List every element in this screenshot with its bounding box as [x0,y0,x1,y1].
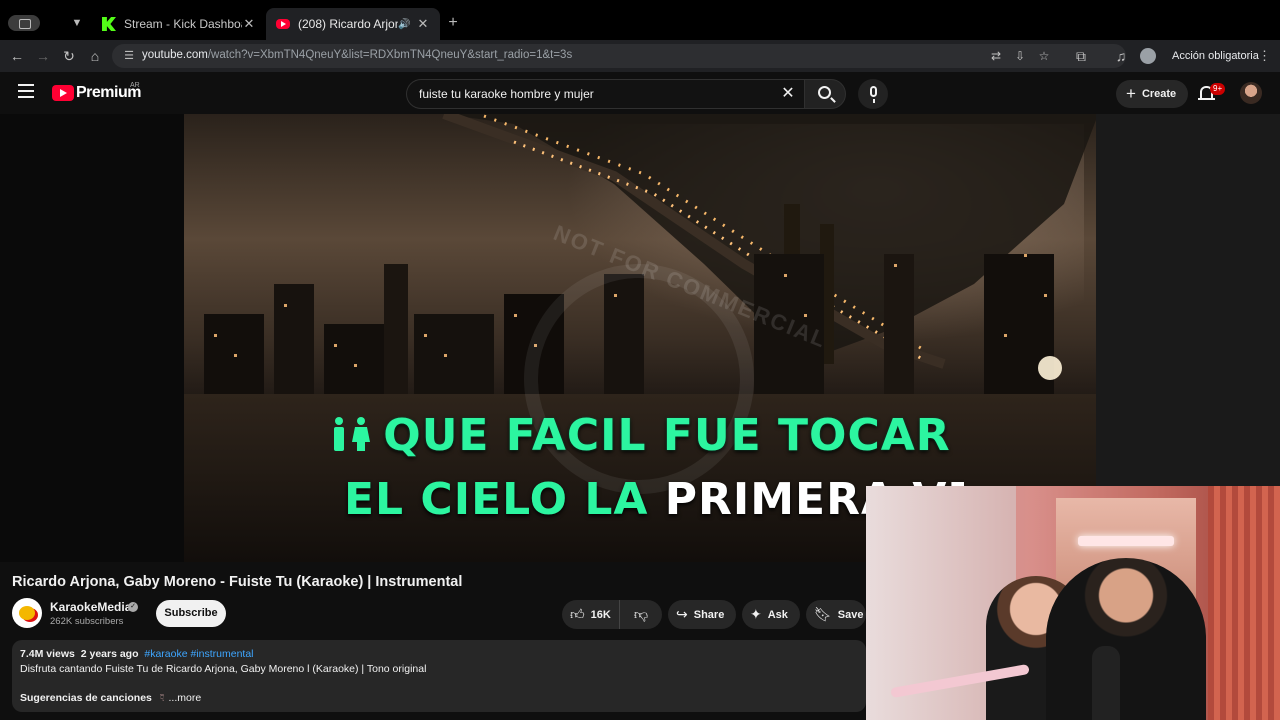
kick-icon [102,17,116,31]
forward-icon[interactable]: → [34,47,52,65]
show-more-link[interactable]: 👇︎ ...more [160,692,201,705]
url-text: youtube.com/watch?v=XbmTN4QneuY&list=RDX… [142,49,573,61]
youtube-icon [276,19,290,29]
bookmark-star-icon[interactable]: ☆ [1036,48,1052,64]
lyric-line-1: QUE FACIL FUE TOCAR [184,410,1096,461]
speaker-icon[interactable]: 🔊 [398,19,412,30]
reload-icon[interactable]: ↻ [60,47,78,65]
create-label: Create [1141,88,1177,100]
url-field[interactable]: ☰ youtube.com/watch?v=XbmTN4QneuY&list=R… [112,44,1126,68]
user-avatar[interactable] [1240,82,1262,104]
clear-search-icon[interactable]: ✕ [778,84,798,104]
duet-people-icon [334,417,371,451]
like-dislike-group: 👍︎ 16K 👎︎ [562,600,662,629]
pointing-down-icon: 👇︎ [160,692,165,704]
search-value: fuiste tu karaoke hombre y mujer [419,87,594,101]
profile-action-button[interactable]: Acción obligatoria [1164,44,1267,68]
search-input[interactable]: fuiste tu karaoke hombre y mujer ✕ [406,79,806,109]
bookmark-icon: 🔖︎ [814,606,832,622]
youtube-logo-icon[interactable] [52,85,74,101]
description-text: Disfruta cantando Fuiste Tu de Ricardo A… [20,663,427,675]
save-button[interactable]: 🔖︎ Save [806,600,866,629]
new-tab-icon[interactable]: + [444,14,462,32]
upload-age: 2 years ago [80,648,139,660]
thumbs-up-icon: 👍︎ [570,606,585,622]
voice-search-button[interactable] [858,79,888,109]
description-meta: 7.4M views 2 years ago #karaoke #instrum… [20,648,254,660]
subscribe-button[interactable]: Subscribe [156,600,226,627]
search-icon [818,86,831,99]
video-title: Ricardo Arjona, Gaby Moreno - Fuiste Tu … [12,574,463,590]
install-app-icon[interactable]: ⇩ [1012,48,1028,64]
tab-search-chevron-icon[interactable]: ▼ [68,14,86,32]
site-settings-icon[interactable]: ☰ [122,49,136,63]
youtube-header: Premium AR fuiste tu karaoke hombre y mu… [0,72,1280,114]
browser-menu-icon[interactable]: ⋮ [1258,47,1271,65]
channel-avatar[interactable] [12,598,42,628]
media-controls-icon[interactable]: ♫ [1112,47,1130,65]
close-tab-icon[interactable]: ✕ [416,16,430,32]
dislike-button[interactable]: 👎︎ [620,606,662,623]
microphone-icon [870,86,877,103]
tab-title: Stream - Kick Dashboard [124,17,242,31]
singer-right [1046,558,1206,720]
translate-icon[interactable]: ⇄ [988,48,1004,64]
description-box[interactable]: 7.4M views 2 years ago #karaoke #instrum… [12,640,866,712]
webcam-curtain [1208,486,1280,720]
home-icon[interactable]: ⌂ [86,47,104,65]
back-icon[interactable]: ← [8,47,26,65]
sidebar-toggle-icon[interactable] [8,15,40,31]
search-button[interactable] [804,79,846,109]
notifications-badge: 9+ [1210,83,1226,95]
like-count: 16K [590,608,611,621]
more-label: ...more [168,692,202,704]
country-code: AR [130,82,140,89]
plus-icon: + [1126,84,1136,103]
address-bar: ← → ↻ ⌂ ☰ youtube.com/watch?v=XbmTN4Qneu… [0,40,1280,72]
hashtags[interactable]: #karaoke #instrumental [144,648,253,660]
thumbs-down-icon: 👎︎ [633,606,649,622]
lyric-line-1-text: QUE FACIL FUE TOCAR [383,410,951,461]
view-count: 7.4M views [20,648,75,660]
sparkle-icon: ✦ [750,606,762,622]
lyric-sung-part: EL CIELO LA [344,474,665,525]
tab-title: (208) Ricardo Arjona, Gab [298,17,398,31]
hamburger-menu-icon[interactable] [18,84,34,98]
share-arrow-icon: ↪ [676,606,688,622]
ask-button[interactable]: ✦ Ask [742,600,800,629]
webcam-overlay [866,486,1280,720]
tab-kick-dashboard[interactable]: Stream - Kick Dashboard ✕ [92,8,266,40]
microphone-illustration [1092,646,1120,720]
save-label: Save [837,608,864,621]
tab-youtube[interactable]: (208) Ricardo Arjona, Gab 🔊 ✕ [266,8,440,40]
song-suggestions-label: Sugerencias de canciones [20,692,152,704]
subscriber-count: 262K subscribers [50,616,124,627]
profile-avatar[interactable] [1140,48,1156,64]
share-label: Share [693,608,725,621]
ask-label: Ask [767,608,788,621]
close-tab-icon[interactable]: ✕ [242,16,256,32]
create-button[interactable]: + Create [1116,80,1188,108]
extensions-icon[interactable]: ⧉ [1072,47,1090,65]
verified-icon: ✓ [128,602,138,612]
share-button[interactable]: ↪ Share [668,600,736,629]
neon-sign [1078,536,1174,546]
like-button[interactable]: 👍︎ 16K [562,600,620,629]
channel-name[interactable]: KaraokeMedia [50,600,131,614]
